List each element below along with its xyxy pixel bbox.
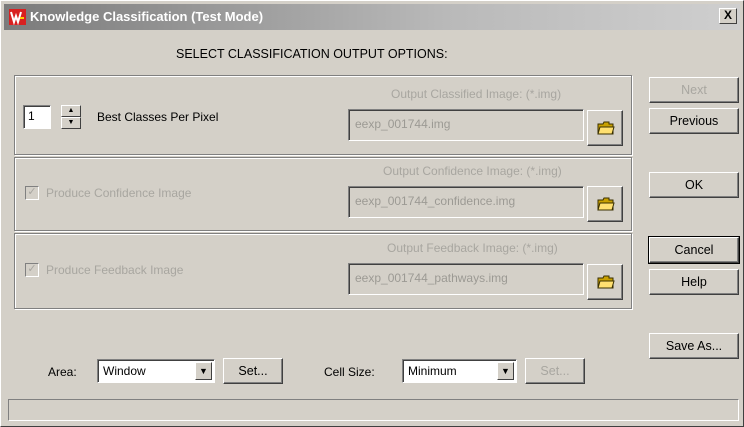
area-select-value: Window: [103, 364, 146, 378]
cell-size-select-value: Minimum: [408, 364, 457, 378]
produce-confidence-label: Produce Confidence Image: [46, 186, 192, 200]
best-classes-input[interactable]: 1: [23, 105, 51, 129]
feedback-output-field[interactable]: eexp_001744_pathways.img: [348, 263, 584, 295]
confidence-browse-button[interactable]: [587, 186, 623, 222]
confidence-output-field[interactable]: eexp_001744_confidence.img: [348, 186, 584, 218]
spin-down-icon[interactable]: ▼: [61, 117, 81, 129]
cell-size-label: Cell Size:: [324, 365, 375, 379]
best-classes-label: Best Classes Per Pixel: [97, 110, 219, 124]
classified-output-field[interactable]: eexp_001744.img: [348, 109, 584, 141]
best-classes-stepper[interactable]: ▲ ▼: [61, 105, 81, 129]
cell-size-set-button[interactable]: Set...: [525, 358, 585, 384]
cell-size-select[interactable]: Minimum ▼: [402, 359, 517, 383]
dropdown-arrow-icon[interactable]: ▼: [195, 362, 212, 380]
open-folder-icon: [597, 197, 615, 211]
previous-button[interactable]: Previous: [649, 108, 739, 134]
app-logo-icon: [9, 9, 26, 25]
status-bar: [8, 399, 739, 421]
confidence-output-label: Output Confidence Image: (*.img): [383, 164, 562, 178]
next-button[interactable]: Next: [649, 77, 739, 103]
feedback-output-label: Output Feedback Image: (*.img): [387, 241, 558, 255]
ok-button[interactable]: OK: [649, 172, 739, 198]
close-button[interactable]: X: [719, 8, 737, 24]
spin-up-icon[interactable]: ▲: [61, 105, 81, 117]
title-bar: Knowledge Classification (Test Mode) X: [4, 4, 740, 30]
feedback-browse-button[interactable]: [587, 264, 623, 300]
save-as-button[interactable]: Save As...: [649, 333, 739, 359]
area-set-button[interactable]: Set...: [223, 358, 283, 384]
dropdown-arrow-icon[interactable]: ▼: [497, 362, 514, 380]
help-button[interactable]: Help: [649, 269, 739, 295]
area-label: Area:: [48, 365, 77, 379]
page-heading: SELECT CLASSIFICATION OUTPUT OPTIONS:: [176, 47, 448, 61]
window-title: Knowledge Classification (Test Mode): [30, 9, 264, 24]
open-folder-icon: [597, 275, 615, 289]
produce-confidence-checkbox[interactable]: ✓: [25, 186, 39, 200]
area-select[interactable]: Window ▼: [97, 359, 215, 383]
produce-feedback-checkbox[interactable]: ✓: [25, 263, 39, 277]
produce-feedback-label: Produce Feedback Image: [46, 263, 184, 277]
dialog-window: Knowledge Classification (Test Mode) X S…: [0, 0, 744, 427]
cancel-button[interactable]: Cancel: [648, 236, 740, 264]
classified-browse-button[interactable]: [587, 110, 623, 146]
classified-output-label: Output Classified Image: (*.img): [391, 87, 562, 101]
open-folder-icon: [597, 121, 615, 135]
